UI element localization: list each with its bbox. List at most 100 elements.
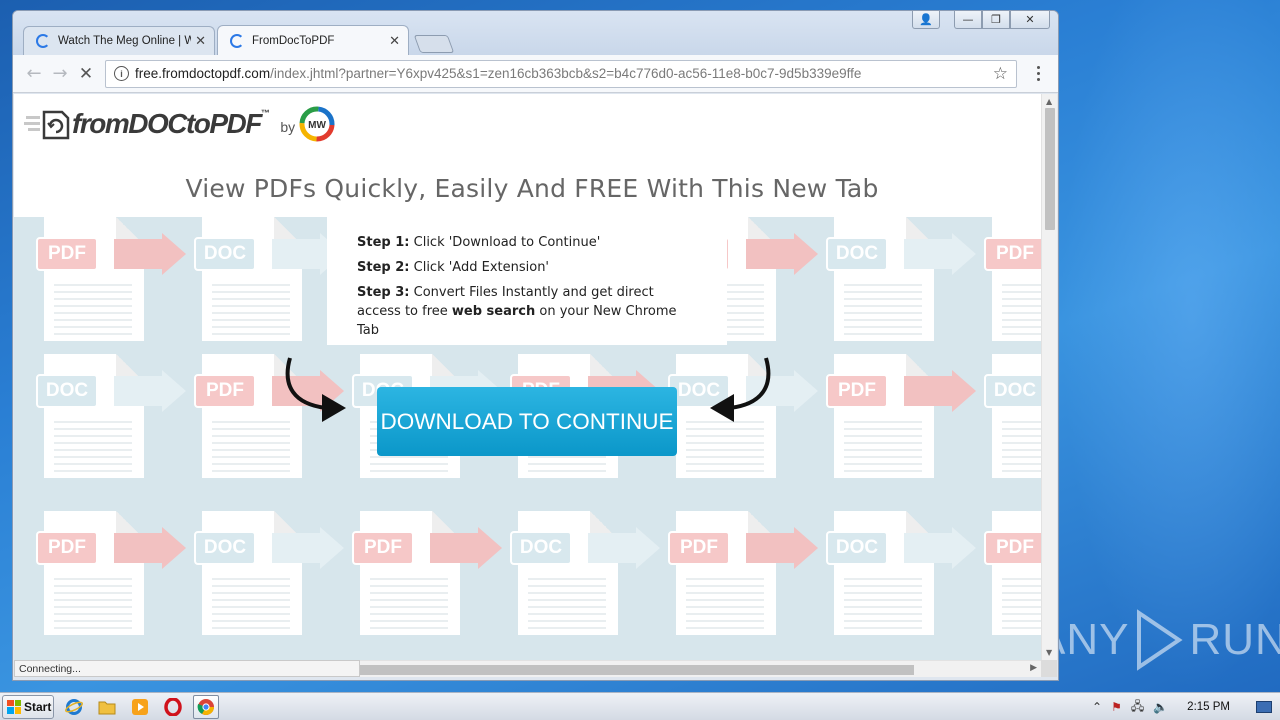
curved-arrow-right-icon <box>710 357 771 422</box>
internet-explorer-icon[interactable] <box>61 695 87 719</box>
tile-arrow-icon <box>904 527 976 569</box>
browser-toolbar: ← → ✕ i free.fromdoctopdf.com /index.jht… <box>13 55 1058 93</box>
background-pdf-tile: PDF <box>810 354 976 510</box>
close-window-button[interactable]: ✕ <box>1010 11 1050 29</box>
tab-watch-the-meg[interactable]: Watch The Meg Online | Wa ✕ <box>23 26 215 55</box>
vertical-scrollbar[interactable]: ▲ ▼ <box>1041 94 1057 660</box>
tab-title: Watch The Meg Online | Wa <box>58 35 192 47</box>
system-tray: ⌃ ⚑ 🖧 🔈 2:15 PM <box>1092 693 1280 720</box>
tile-lines <box>1002 279 1041 335</box>
new-tab-button[interactable] <box>413 35 455 53</box>
logo-by-text: by <box>280 119 296 135</box>
show-hidden-icons-icon[interactable]: ⌃ <box>1092 700 1102 714</box>
tile-badge: DOC <box>510 531 572 565</box>
back-button[interactable]: ← <box>21 61 47 87</box>
browser-menu-icon[interactable] <box>1025 66 1051 81</box>
minimize-button[interactable]: — <box>954 11 982 29</box>
steps-box: Step 1: Click 'Download to Continue' Ste… <box>327 217 727 345</box>
background-pdf-tile: PDF <box>336 511 502 660</box>
tab-strip: Watch The Meg Online | Wa ✕ FromDocToPDF… <box>23 25 455 55</box>
user-profile-icon[interactable]: 👤 <box>912 11 940 29</box>
tile-arrow-icon <box>904 233 976 275</box>
explorer-folder-icon[interactable] <box>94 695 120 719</box>
tile-lines <box>844 416 922 472</box>
watermark-right-text: RUN <box>1189 615 1280 664</box>
step-label: Step 2: <box>357 260 410 275</box>
tab-fromdoctopdf[interactable]: FromDocToPDF ✕ <box>217 25 409 55</box>
tile-badge: PDF <box>826 374 888 408</box>
forward-button[interactable]: → <box>47 61 73 87</box>
volume-icon[interactable]: 🔈 <box>1153 700 1168 714</box>
network-icon[interactable]: 🖧 <box>1131 697 1144 718</box>
tile-badge: DOC <box>984 374 1041 408</box>
loading-spinner-icon <box>36 34 50 48</box>
url-host: free.fromdoctopdf.com <box>135 66 271 81</box>
start-button[interactable]: Start <box>2 694 54 719</box>
opera-icon[interactable] <box>160 695 186 719</box>
logo-wordmark: fromDOCtoPDF™ <box>72 108 270 140</box>
curved-arrow-left-icon <box>285 357 346 422</box>
address-bar[interactable]: i free.fromdoctopdf.com /index.jhtml?par… <box>105 59 1017 88</box>
horizontal-scroll-thumb[interactable] <box>360 665 914 675</box>
tile-lines <box>54 279 132 335</box>
tile-badge: DOC <box>194 531 256 565</box>
fromdoctopdf-logo[interactable]: fromDOCtoPDF™ by MW <box>24 106 335 142</box>
browser-window: Watch The Meg Online | Wa ✕ FromDocToPDF… <box>12 10 1059 681</box>
scroll-right-arrow-icon[interactable]: ▶ <box>1030 663 1037 673</box>
background-pdf-tile: PDF <box>968 511 1041 660</box>
windows-flag-icon <box>7 699 21 714</box>
scroll-down-arrow-icon[interactable]: ▼ <box>1046 648 1052 657</box>
desktop-wallpaper-glow <box>1060 0 1280 692</box>
tile-lines <box>54 416 132 472</box>
vertical-scroll-thumb[interactable] <box>1045 108 1055 230</box>
stop-loading-button[interactable]: ✕ <box>73 61 99 87</box>
show-desktop-button[interactable] <box>1256 701 1272 713</box>
step-1: Step 1: Click 'Download to Continue' <box>357 233 697 252</box>
maximize-button[interactable]: ❐ <box>982 11 1010 29</box>
scroll-up-arrow-icon[interactable]: ▲ <box>1046 97 1052 106</box>
tile-badge: PDF <box>194 374 256 408</box>
background-doc-tile: DOC <box>494 511 660 660</box>
logo-mark-icon <box>24 110 70 140</box>
tile-badge: PDF <box>668 531 730 565</box>
tile-lines <box>1002 416 1041 472</box>
tab-close-icon[interactable]: ✕ <box>389 33 400 49</box>
action-center-flag-icon[interactable]: ⚑ <box>1111 700 1122 714</box>
tile-lines <box>686 573 764 629</box>
bookmark-star-icon[interactable]: ☆ <box>993 64 1008 84</box>
logo-trademark: ™ <box>260 108 270 118</box>
tile-arrow-icon <box>746 233 818 275</box>
page-viewport: fromDOCtoPDF™ by MW View PDFs Quickly, E… <box>14 94 1057 677</box>
tile-arrow-icon <box>114 527 186 569</box>
page-header: fromDOCtoPDF™ by MW View PDFs Quickly, E… <box>14 94 1041 217</box>
tile-badge: PDF <box>352 531 414 565</box>
background-doc-tile: DOC <box>178 217 344 373</box>
tile-arrow-icon <box>114 370 186 412</box>
chrome-icon[interactable] <box>193 694 219 719</box>
page-headline: View PDFs Quickly, Easily And FREE With … <box>185 174 879 203</box>
download-to-continue-button[interactable]: DOWNLOAD TO CONTINUE <box>377 387 677 456</box>
media-player-icon[interactable] <box>127 695 153 719</box>
tile-arrow-icon <box>904 370 976 412</box>
title-bar[interactable]: Watch The Meg Online | Wa ✕ FromDocToPDF… <box>13 11 1058 55</box>
background-doc-tile: DOC <box>810 511 976 660</box>
tab-close-icon[interactable]: ✕ <box>195 33 206 49</box>
logo-text: fromDOCtoPDF <box>72 108 262 139</box>
mw-text: MW <box>308 120 326 131</box>
tile-lines <box>212 416 290 472</box>
background-doc-tile: DOC <box>20 354 186 510</box>
mindspark-logo-icon: MW <box>299 106 335 142</box>
clock[interactable]: 2:15 PM <box>1187 701 1230 713</box>
step-text-bold: web search <box>451 304 536 319</box>
background-pdf-tile: PDF <box>652 511 818 660</box>
step-2: Step 2: Click 'Add Extension' <box>357 258 697 277</box>
loading-spinner-icon <box>230 33 244 48</box>
step-text: Click 'Download to Continue' <box>413 235 601 250</box>
scrollbar-corner <box>1041 660 1057 677</box>
play-icon <box>1137 609 1184 671</box>
background-doc-tile: DOC <box>178 511 344 660</box>
site-info-icon[interactable]: i <box>114 66 129 81</box>
step-3: Step 3: Convert Files Instantly and get … <box>357 283 697 340</box>
tile-badge: DOC <box>36 374 98 408</box>
step-text: Click 'Add Extension' <box>413 260 550 275</box>
